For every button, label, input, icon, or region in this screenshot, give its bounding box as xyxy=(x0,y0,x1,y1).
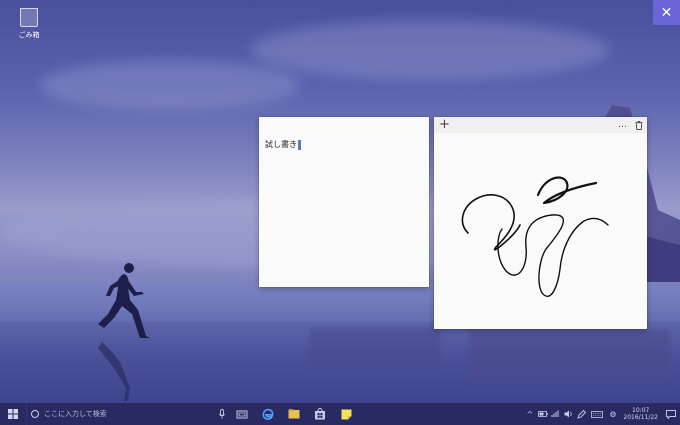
trash-icon[interactable] xyxy=(635,120,643,130)
note-text-content[interactable]: 試し書き xyxy=(265,139,301,150)
close-button[interactable]: ✕ xyxy=(653,0,680,25)
clock-date: 2016/11/22 xyxy=(623,414,658,421)
action-center-icon[interactable] xyxy=(662,403,680,425)
file-explorer-icon[interactable] xyxy=(281,403,307,425)
wallpaper-reflection xyxy=(470,330,670,380)
taskbar: ここに入力して検索 ^ ⚙ 10:07 2016/11/22 xyxy=(0,403,680,425)
taskbar-search[interactable]: ここに入力して検索 xyxy=(26,403,215,425)
volume-icon[interactable] xyxy=(562,403,575,425)
chevron-up-icon[interactable]: ^ xyxy=(523,403,536,425)
start-button[interactable] xyxy=(0,403,26,425)
cortana-icon xyxy=(31,410,39,418)
keyboard-icon[interactable] xyxy=(588,403,606,425)
wallpaper-cloud xyxy=(250,20,610,80)
ink-stroke xyxy=(461,194,521,251)
ink-canvas[interactable] xyxy=(434,133,647,329)
runner-reflection xyxy=(98,342,130,402)
wallpaper-reflection xyxy=(310,328,440,368)
system-tray: ^ ⚙ 10:07 2016/11/22 xyxy=(523,403,680,425)
runner-silhouette xyxy=(98,263,150,338)
pen-icon[interactable] xyxy=(575,403,588,425)
search-placeholder: ここに入力して検索 xyxy=(44,410,107,418)
sticky-notes-icon[interactable] xyxy=(333,403,359,425)
recycle-bin-label: ごみ箱 xyxy=(18,31,40,39)
windows-logo-icon xyxy=(8,409,18,419)
battery-icon[interactable] xyxy=(536,403,549,425)
taskbar-clock[interactable]: 10:07 2016/11/22 xyxy=(623,407,658,421)
microphone-icon[interactable] xyxy=(215,409,229,419)
settings-icon[interactable]: ⚙ xyxy=(606,403,619,425)
ink-stroke xyxy=(497,214,609,297)
note-header: + … xyxy=(434,117,647,133)
task-view-icon[interactable] xyxy=(229,403,255,425)
edge-icon[interactable] xyxy=(255,403,281,425)
ink-stroke xyxy=(536,176,598,205)
sticky-note-ink[interactable]: + … xyxy=(434,117,647,329)
plus-icon[interactable]: + xyxy=(439,117,450,133)
note-text: 試し書き xyxy=(265,140,297,149)
wallpaper-cloud xyxy=(40,60,300,110)
recycle-bin-glyph xyxy=(20,8,38,27)
more-options-button[interactable]: … xyxy=(618,120,628,130)
store-icon[interactable] xyxy=(307,403,333,425)
text-cursor xyxy=(298,139,301,150)
sticky-note-text[interactable]: 試し書き xyxy=(259,117,429,287)
close-icon: ✕ xyxy=(660,4,673,21)
recycle-bin-icon[interactable]: ごみ箱 xyxy=(12,6,46,40)
clock-time: 10:07 xyxy=(632,407,650,414)
network-icon[interactable] xyxy=(549,403,562,425)
